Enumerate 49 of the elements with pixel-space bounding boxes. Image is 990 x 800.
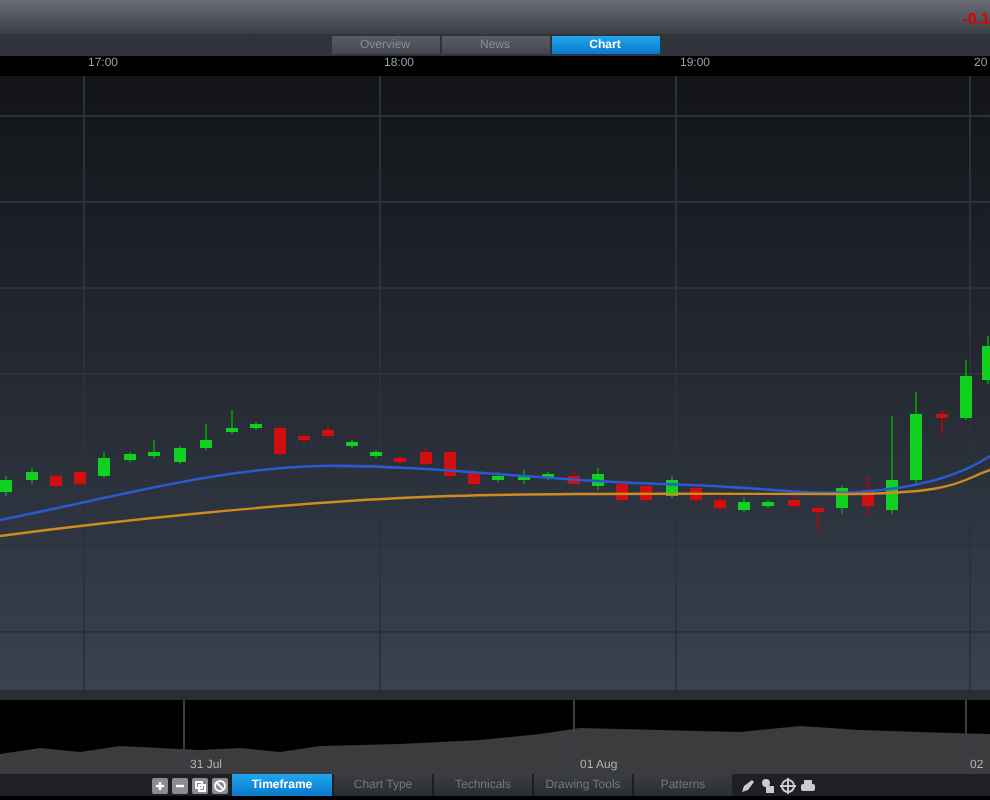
candlestick [298,433,310,445]
candlestick [910,391,922,485]
candlestick [74,469,86,487]
candlestick [200,423,212,451]
candlestick [714,495,726,513]
price-change: -0.1 [962,12,990,32]
cancel-icon[interactable] [212,777,228,793]
candlestick [862,475,874,517]
candlestick [738,497,750,513]
candlestick [26,467,38,485]
candlestick [322,425,334,439]
candlestick [812,505,824,531]
pencil-icon[interactable] [740,777,756,793]
crosshair-icon[interactable] [780,777,796,793]
candlestick [982,335,990,385]
candlestick [836,485,848,515]
copy-icon[interactable] [192,777,208,793]
candlestick [174,445,186,465]
candlestick [568,471,580,487]
candlestick [592,467,604,491]
candlestick [274,425,286,457]
candlestick [0,475,12,497]
zoom-in-icon[interactable] [152,777,168,793]
candlestick [542,471,554,481]
candlestick [468,469,480,489]
candlestick [666,475,678,499]
candlestick [762,499,774,509]
candlestick [420,447,432,467]
candlestick [394,455,406,465]
candlestick [250,421,262,431]
candlestick [124,451,136,463]
candlestick [50,473,62,489]
candlestick [886,415,898,515]
candlestick [226,409,238,435]
candlestick [444,449,456,481]
candlestick [148,439,160,459]
candlestick [492,471,504,483]
candlestick [370,449,382,459]
candlestick [98,451,110,479]
printer-icon[interactable] [800,777,816,793]
candlestick [690,485,702,505]
candlestick [788,491,800,509]
candlestick [616,479,628,503]
zoom-out-icon[interactable] [172,777,188,793]
candlestick [346,439,358,449]
candlestick [518,469,530,485]
candlestick [936,409,948,435]
candlestick [960,359,972,421]
shapes-icon[interactable] [760,777,776,793]
